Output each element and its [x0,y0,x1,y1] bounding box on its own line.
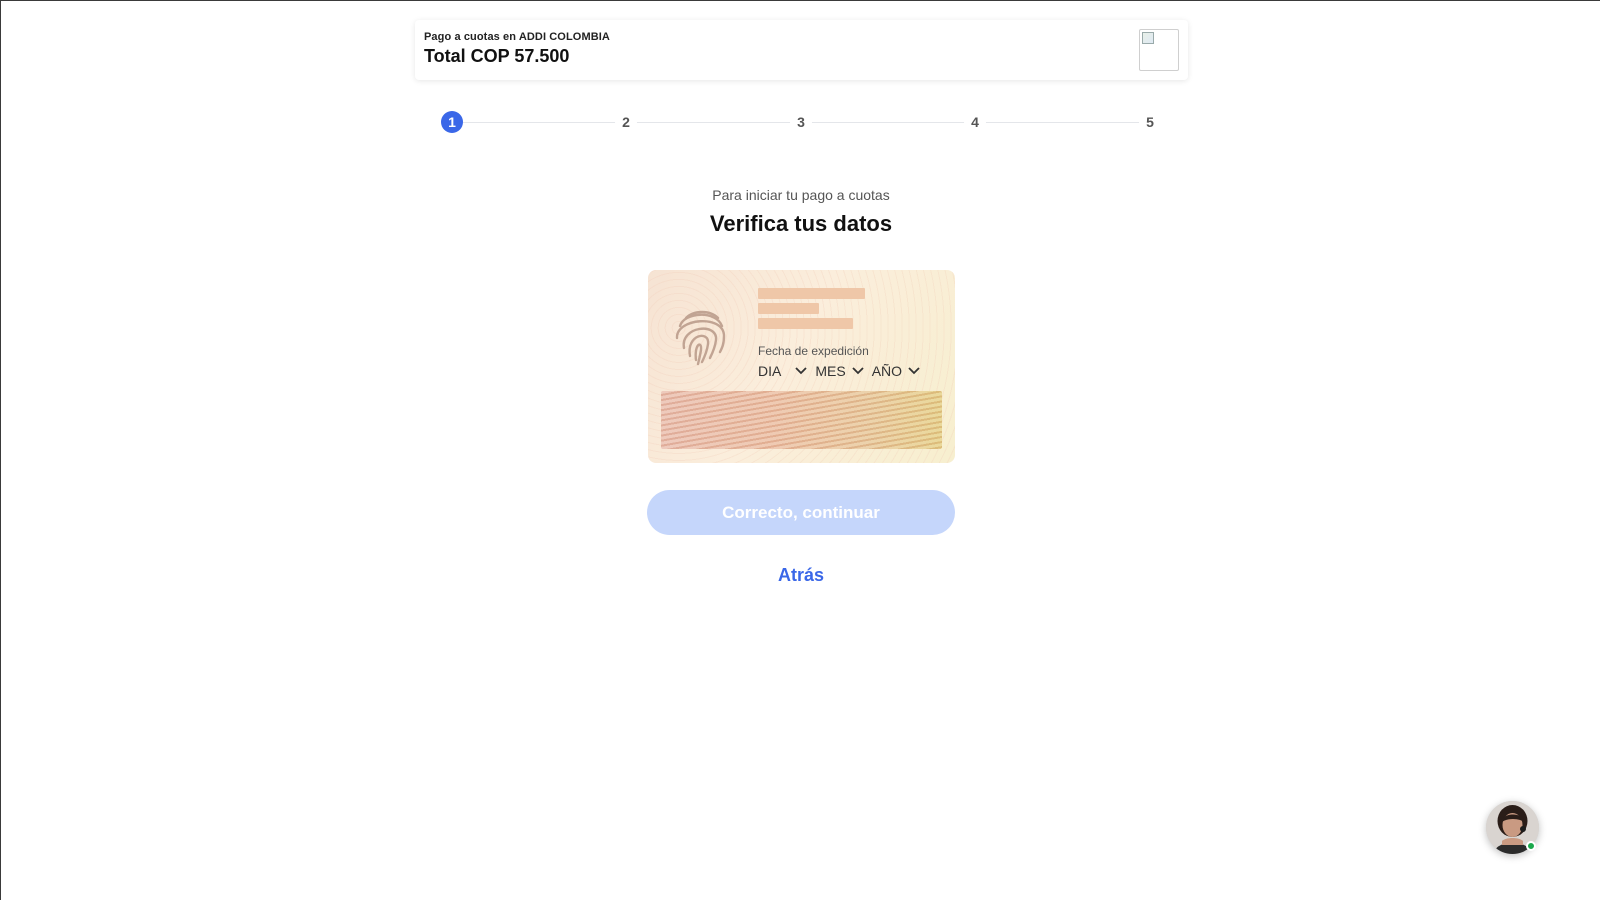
page-subtitle: Para iniciar tu pago a cuotas [712,187,890,203]
year-select-label: AÑO [871,363,903,379]
day-select[interactable]: DIA [758,363,807,379]
chevron-down-icon [852,367,864,375]
redacted-id-bar [758,303,819,314]
order-total: Total COP 57.500 [424,46,570,66]
order-summary-header: Pago a cuotas en ADDI COLOMBIA Total COP… [415,20,1188,80]
continue-button[interactable]: Correcto, continuar [647,490,955,535]
redacted-name-bar [758,288,865,299]
redacted-info-bar [758,318,853,329]
id-card: Fecha de expedición DIA MES AÑO [648,270,955,463]
online-status-dot [1526,841,1536,851]
issue-date-selects: DIA MES AÑO [758,363,928,379]
step-5: 5 [1139,111,1161,133]
support-chat-avatar[interactable] [1486,801,1539,854]
broken-image-icon [1142,32,1154,44]
issue-date-label: Fecha de expedición [758,344,869,358]
step-4: 4 [964,111,986,133]
progress-stepper: 1 2 3 4 5 [441,111,1161,133]
month-select[interactable]: MES [815,363,864,379]
merchant-logo-icon [1139,29,1179,71]
day-select-label: DIA [758,363,782,379]
step-1: 1 [441,111,463,133]
month-select-label: MES [815,363,846,379]
step-3: 3 [790,111,812,133]
back-link[interactable]: Atrás [1,565,1600,586]
id-card-mrz-pattern [661,391,942,449]
merchant-line: Pago a cuotas en ADDI COLOMBIA [424,31,610,43]
page-title: Verifica tus datos [709,211,893,236]
chevron-down-icon [795,367,807,375]
year-select[interactable]: AÑO [872,363,920,379]
fingerprint-icon [675,310,726,366]
step-2: 2 [615,111,637,133]
chevron-down-icon [908,367,920,375]
